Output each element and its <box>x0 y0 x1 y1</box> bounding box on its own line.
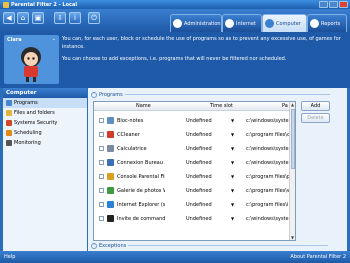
sidebar-item-programs[interactable]: Programs <box>3 98 87 108</box>
about-link[interactable]: About Parental Filter 2 <box>290 254 346 260</box>
info-text: You can, for each user, block or schedul… <box>62 35 346 67</box>
table-row[interactable]: Calculatrice Undefined ▼ c:\windows\syst… <box>94 142 289 156</box>
table-row[interactable]: Bloc-notes Undefined ▼ c:\windows\syste <box>94 114 289 128</box>
help-link[interactable]: Help <box>4 254 15 260</box>
sidebar-item-scheduling[interactable]: Scheduling <box>3 128 87 138</box>
row-checkbox[interactable] <box>99 202 104 207</box>
scrollbar-thumb[interactable] <box>291 109 295 169</box>
dropdown-arrow-icon[interactable]: ▼ <box>231 216 234 221</box>
program-icon <box>107 187 114 194</box>
table-row[interactable]: Invite de commandes Undefined ▼ c:\windo… <box>94 212 289 226</box>
main-panel: ˄ Programs Name Time slot Pa Bloc-notes … <box>88 88 347 251</box>
sidebar-item-files-and-folders[interactable]: Files and folders <box>3 108 87 118</box>
internet-icon <box>225 19 234 28</box>
dropdown-arrow-icon[interactable]: ▼ <box>231 146 234 151</box>
app-icon <box>3 1 9 8</box>
program-icon <box>107 215 114 222</box>
table-row[interactable]: Galerie de photos Windows Undefined ▼ c:… <box>94 184 289 198</box>
column-time-slot[interactable]: Time slot <box>210 103 233 109</box>
program-icon <box>107 159 114 166</box>
dropdown-arrow-icon[interactable]: ▼ <box>231 188 234 193</box>
scroll-down-icon[interactable]: ▼ <box>291 235 294 240</box>
user-selector[interactable]: Clara ⌄ <box>4 35 59 84</box>
add-button[interactable]: Add <box>301 101 330 111</box>
sidebar: Computer Programs Files and folders Syst… <box>3 88 87 251</box>
row-checkbox[interactable] <box>99 160 104 165</box>
maximize-button[interactable] <box>329 1 338 8</box>
user-name: Clara <box>7 37 22 43</box>
back-icon[interactable]: ◀ <box>3 12 15 24</box>
reports-icon <box>310 19 319 28</box>
table-scrollbar[interactable]: ▲ ▼ <box>289 102 295 240</box>
tab-computer[interactable]: Computer <box>262 14 307 32</box>
administration-icon <box>173 19 182 28</box>
row-checkbox[interactable] <box>99 188 104 193</box>
expand-icon[interactable]: ˅ <box>91 242 97 249</box>
close-button[interactable] <box>339 1 348 8</box>
info-icon[interactable]: i <box>69 12 81 24</box>
window-title: Parental Filter 2 - Local <box>11 1 78 8</box>
collapse-icon[interactable]: ˄ <box>91 91 97 98</box>
info-line-1: You can, for each user, block or schedul… <box>62 36 341 50</box>
dropdown-arrow-icon[interactable]: ▼ <box>231 160 234 165</box>
programs-icon <box>6 100 12 106</box>
export-icon[interactable]: ⇩ <box>54 12 66 24</box>
save-icon[interactable]: ▣ <box>32 12 44 24</box>
sidebar-header: Computer <box>3 88 87 98</box>
table-row[interactable]: Internet Explorer (sans mod Undefined ▼ … <box>94 198 289 212</box>
avatar <box>21 47 41 82</box>
program-icon <box>107 131 114 138</box>
programs-table: Name Time slot Pa Bloc-notes Undefined ▼… <box>93 101 296 241</box>
row-checkbox[interactable] <box>99 216 104 221</box>
dropdown-arrow-icon[interactable]: ▼ <box>231 132 234 137</box>
row-checkbox[interactable] <box>99 146 104 151</box>
sidebar-item-monitoring[interactable]: Monitoring <box>3 138 87 148</box>
monitoring-icon <box>6 140 12 146</box>
title-bar: Parental Filter 2 - Local <box>0 0 350 9</box>
dropdown-arrow-icon[interactable]: ▼ <box>231 202 234 207</box>
delete-button[interactable]: Delete <box>301 113 330 123</box>
power-icon[interactable]: ⏻ <box>88 12 100 24</box>
chevron-down-icon[interactable]: ⌄ <box>52 36 56 42</box>
home-icon[interactable]: ⌂ <box>17 12 29 24</box>
table-row[interactable]: CCleaner Undefined ▼ c:\program files\c <box>94 128 289 142</box>
dropdown-arrow-icon[interactable]: ▼ <box>231 174 234 179</box>
row-checkbox[interactable] <box>99 118 104 123</box>
table-row[interactable]: Console Parental Filter 2 Undefined ▼ c:… <box>94 170 289 184</box>
tab-administration[interactable]: Administration <box>170 14 222 32</box>
table-row[interactable]: Connexion Bureau à distanc Undefined ▼ c… <box>94 156 289 170</box>
folder-icon <box>6 110 12 116</box>
exceptions-section-header[interactable]: ˅ Exceptions <box>91 241 329 250</box>
dropdown-arrow-icon[interactable]: ▼ <box>231 118 234 123</box>
computer-icon <box>265 19 274 28</box>
table-header: Name Time slot Pa <box>94 102 295 111</box>
sidebar-item-systems-security[interactable]: Systems Security <box>3 118 87 128</box>
minimize-button[interactable] <box>319 1 328 8</box>
program-icon <box>107 173 114 180</box>
column-name[interactable]: Name <box>136 103 151 109</box>
program-icon <box>107 201 114 208</box>
tab-reports[interactable]: Reports <box>307 14 347 32</box>
calendar-icon <box>6 130 12 136</box>
program-icon <box>107 145 114 152</box>
row-checkbox[interactable] <box>99 174 104 179</box>
programs-section-header[interactable]: ˄ Programs <box>91 90 330 99</box>
program-icon <box>107 117 114 124</box>
status-bar: Help About Parental Filter 2 <box>0 251 350 263</box>
scroll-up-icon[interactable]: ▲ <box>291 102 294 107</box>
tab-internet[interactable]: Internet <box>222 14 262 32</box>
info-line-2: You can choose to add exceptions, i.e. p… <box>62 56 287 62</box>
row-checkbox[interactable] <box>99 132 104 137</box>
column-path[interactable]: Pa <box>282 103 288 109</box>
shield-icon <box>6 120 12 126</box>
